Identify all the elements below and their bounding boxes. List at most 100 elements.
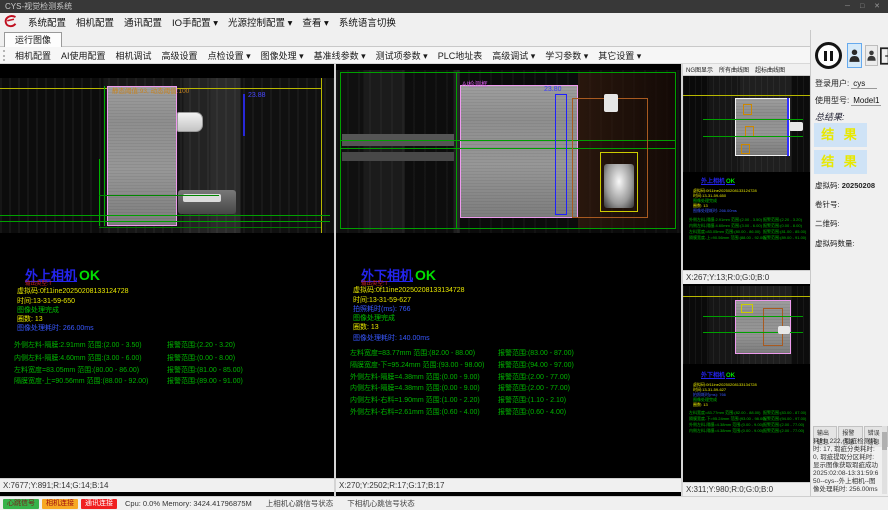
tool-baseline-params[interactable]: 基准线参数 ▾ (309, 49, 371, 62)
overlay-material-block (107, 86, 177, 226)
model-row: 使用型号:Model1 (815, 95, 881, 106)
measurement-row: 外侧左料-隔膜=4.38mm 范围:(0.00 - 9.00)报警范围:(2.0… (336, 372, 681, 382)
tool-ai-config[interactable]: AI使用配置 (56, 49, 111, 62)
tool-other-settings[interactable]: 其它设置 ▾ (593, 49, 646, 62)
camera-view-lower[interactable]: AI检测框 23.80 外下相机OK 输出类型:T 虚拟码:0f11ine202… (336, 64, 681, 496)
result-ok-badge: OK (79, 267, 100, 283)
main-area: 静态阈值:93, 动态阈值:100 23.88 外上相机OK 输出类型:T 虚拟… (0, 64, 810, 496)
overlay-measure-marker: 23.80 (544, 86, 562, 93)
history-image-panel[interactable]: 外下相机OK 虚拟码:0f11ine20250208133134728 时间:1… (683, 286, 810, 496)
admin-user-button[interactable] (865, 45, 878, 66)
tool-test-params[interactable]: 测试项参数 ▾ (371, 49, 433, 62)
overlay-blue-bracket (243, 94, 245, 136)
measurement-row: 左料宽度=83.05mm 范围:(80.00 - 86.00)报警范围:(81.… (0, 365, 334, 375)
ng-image-panel[interactable]: NG图显示 所有曲线图 超标曲线图 外上相机OK 虚拟码:0f11ine2025… (683, 64, 810, 284)
tool-plc-table[interactable]: PLC地址表 (433, 49, 488, 62)
pause-button[interactable] (815, 42, 842, 69)
menu-system-config[interactable]: 系统配置 (23, 15, 71, 29)
menu-comm-config[interactable]: 通讯配置 (119, 15, 167, 29)
measurement-row: 隔膜宽度-下=95.24mm 范围:(93.00 - 98.00)报警范围:(9… (336, 360, 681, 370)
info-process-time: 图像处理耗时: 140.00ms (353, 333, 430, 343)
log-scrollbar[interactable] (882, 426, 887, 494)
measurement-row: 内侧左料-右料=1.90mm 范围:(1.00 - 2.20)报警范围:(1.1… (336, 395, 681, 405)
overlay-bright-part (604, 94, 618, 112)
exit-door-icon (880, 47, 888, 65)
overlay-yellow-vline (321, 78, 322, 233)
menu-view[interactable]: 查看 ▾ (297, 15, 333, 29)
status-bar: 心跳信号 相机连接 通讯连接 Cpu: 0.0% Memory: 3424.41… (0, 496, 888, 510)
title-bar: CYS-视觉检测系统 ─ □ ✕ (0, 0, 888, 13)
model-value: Model1 (851, 96, 881, 106)
login-user-value: cys (851, 79, 877, 89)
exit-button[interactable] (880, 43, 888, 68)
maximize-icon[interactable]: □ (860, 3, 868, 10)
tool-camera-debug[interactable]: 相机调试 (111, 49, 157, 62)
virtual-code-count-field: 虚拟码数量: (815, 238, 855, 249)
user-icon (849, 48, 860, 63)
mini-result-title: 外上相机OK (701, 176, 735, 185)
tab-all-curves[interactable]: 所有曲线图 (716, 65, 752, 74)
overlay-green-hline2 (703, 136, 803, 137)
app-window: CYS-视觉检测系统 ─ □ ✕ 系统配置 相机配置 通讯配置 IO手配置 ▾ … (0, 0, 888, 522)
overlay-green-edge-line (104, 86, 105, 226)
pixel-coords-readout: X:311;Y:980;R:0;G:0;B:0 (683, 482, 810, 496)
menu-camera-config[interactable]: 相机配置 (71, 15, 119, 29)
window-title: CYS-视觉检测系统 (5, 2, 72, 11)
overlay-blue-roi (555, 94, 567, 215)
operator-user-button[interactable] (847, 43, 862, 68)
tool-image-processing[interactable]: 图像处理 ▾ (256, 49, 309, 62)
info-virtual-code: 虚拟码:0f11ine20250208133134728 (353, 285, 465, 295)
overlay-measure-marker: 23.88 (248, 92, 266, 99)
model-label: 使用型号: (815, 96, 849, 105)
pixel-coords-readout: X:270;Y:2502;R:17;G:17;B:17 (336, 478, 681, 492)
info-loop-count: 圈数: 13 (353, 322, 379, 332)
measurement-row: 左料宽度=83.77mm 范围:(82.00 - 88.00)报警范围:(83.… (336, 348, 681, 358)
camera-view-upper[interactable]: 静态阈值:93, 动态阈值:100 23.88 外上相机OK 输出类型:T 虚拟… (0, 64, 334, 496)
tab-ng-image[interactable]: NG图显示 (683, 65, 716, 74)
overlay-threshold-label: 静态阈值:93, 动态阈值:100 (112, 85, 189, 95)
mini-info-line: 圈数: 13 (693, 402, 708, 408)
tool-camera-config[interactable]: 相机配置 (10, 49, 56, 62)
tool-advanced-settings[interactable]: 高级设置 (157, 49, 203, 62)
menu-io-config[interactable]: IO手配置 ▾ (167, 15, 223, 29)
overlay-defect-box3 (741, 144, 750, 154)
toolbar: 相机配置 AI使用配置 相机调试 高级设置 点检设置 ▾ 图像处理 ▾ 基准线参… (0, 47, 888, 64)
menu-language-switch[interactable]: 系统语言切换 (334, 15, 401, 29)
overlay-yellow-hline (683, 95, 810, 96)
close-icon[interactable]: ✕ (874, 3, 884, 10)
pause-icon (824, 51, 827, 61)
overlay-connector-part (177, 112, 203, 132)
tab-over-limit-curves[interactable]: 超标曲线图 (752, 65, 788, 74)
heartbeat-status-badge: 心跳信号 (3, 499, 39, 509)
overlay-connector-part (789, 122, 803, 131)
camera-connect-badge: 相机连接 (42, 499, 78, 509)
needle-number-field: 卷针号: (815, 199, 840, 210)
total-result-label: 总结果: (815, 110, 845, 123)
login-user-row: 登录用户:cys (815, 78, 877, 89)
overlay-ai-label: AI检测框 (462, 78, 488, 88)
scrollbar-thumb[interactable] (882, 432, 887, 450)
measurement-row: 内侧左料-隔膜=4.38mm 范围:(0.00 - 9.00)报警范围:(2.0… (336, 383, 681, 393)
menu-light-config[interactable]: 光源控制配置 ▾ (223, 15, 297, 29)
ng-panel-tabs: NG图显示 所有曲线图 超标曲线图 (683, 64, 810, 76)
result-box-lower: 结 果 (814, 150, 867, 174)
tab-run-image[interactable]: 运行图像 (4, 32, 62, 47)
virtual-code-value: 20250208 (842, 181, 875, 190)
menu-bar: 系统配置 相机配置 通讯配置 IO手配置 ▾ 光源控制配置 ▾ 查看 ▾ 系统语… (0, 13, 888, 30)
tool-advanced-debug[interactable]: 高级调试 ▾ (487, 49, 540, 62)
overlay-green-hline4 (99, 195, 219, 196)
result-box-upper: 结 果 (814, 123, 867, 147)
mini-result-title: 外下相机OK (701, 370, 735, 379)
login-user-label: 登录用户: (815, 79, 849, 88)
info-virtual-code: 虚拟码:0f11ine20250208133124728 (17, 286, 129, 296)
minimize-icon[interactable]: ─ (845, 3, 854, 10)
lower-camera-heartbeat: 下相机心跳信号状态 (347, 498, 415, 509)
tool-spot-check[interactable]: 点检设置 ▾ (203, 49, 256, 62)
measurement-row: 内侧左料-隔膜:4.60mm 范围:(3.00 - 6.00)报警范围:(0.0… (0, 353, 334, 363)
info-process-time: 图像处理耗时: 266.00ms (17, 323, 94, 333)
measurement-row: 外侧左料-右料=2.61mm 范围:(0.60 - 4.00)报警范围:(0.6… (336, 407, 681, 417)
tool-learning-params[interactable]: 学习参数 ▾ (540, 49, 593, 62)
log-output-text: 耗时: 222, 瑕疵检测耗时: 17, 瑕疵分类耗时: 0, 瑕疵提取分区耗时… (813, 438, 881, 494)
toolbar-grip[interactable] (3, 50, 6, 61)
overlay-yellow-roi (741, 304, 753, 313)
